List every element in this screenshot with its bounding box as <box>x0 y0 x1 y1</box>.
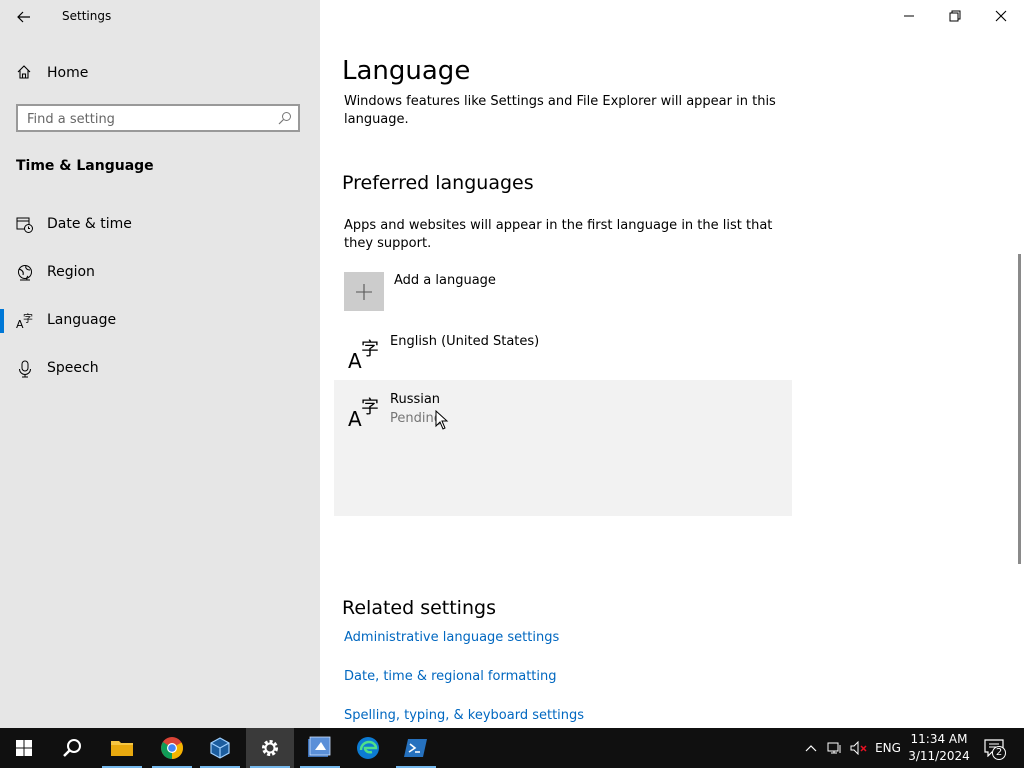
folder-icon <box>111 741 133 756</box>
plus-icon <box>356 283 372 300</box>
powershell-icon <box>404 739 427 757</box>
taskbar-search-button[interactable] <box>48 728 96 768</box>
nav-home[interactable]: Home <box>0 58 320 88</box>
back-button[interactable] <box>11 6 37 28</box>
chrome-icon <box>161 737 183 759</box>
speaker-muted-icon <box>850 741 867 755</box>
taskbar-chrome[interactable] <box>148 728 196 768</box>
sidebar-item-language[interactable]: A字 Language <box>0 303 320 339</box>
search-input[interactable] <box>27 110 272 128</box>
language-icon: A字 <box>348 339 379 370</box>
app-icon <box>308 736 331 757</box>
language-icon: A字 <box>16 312 33 330</box>
app-title: Settings <box>62 9 112 23</box>
taskbar-app[interactable] <box>296 728 344 768</box>
sidebar-item-region[interactable]: Region <box>0 255 320 291</box>
calendar-clock-icon <box>16 217 33 233</box>
taskbar-powershell[interactable] <box>392 728 440 768</box>
show-hidden-icons-button[interactable] <box>801 728 821 768</box>
language-item-english[interactable]: A字 English (United States) <box>334 322 792 378</box>
display-language-description: Windows features like Settings and File … <box>344 94 776 127</box>
globe-icon <box>18 265 32 281</box>
clock-date: 3/11/2024 <box>908 749 970 763</box>
chevron-up-icon <box>805 745 817 752</box>
language-item-russian[interactable]: A字 Russian Pending <box>334 380 792 516</box>
edge-icon <box>357 737 379 759</box>
input-language-indicator[interactable]: ENG <box>872 728 904 768</box>
windows-logo-icon <box>16 740 32 756</box>
sidebar-item-speech[interactable]: Speech <box>0 351 320 387</box>
cube-icon <box>210 737 230 759</box>
preferred-languages-description: Apps and websites will appear in the fir… <box>344 218 773 251</box>
mouse-pointer-icon <box>435 410 449 430</box>
sidebar: Settings Home Time & Language Date & tim… <box>0 0 320 728</box>
section-title: Time & Language <box>16 158 154 174</box>
taskbar-settings[interactable] <box>246 728 294 768</box>
language-icon: A字 <box>348 397 379 428</box>
taskbar-clock[interactable]: 11:34 AM 3/11/2024 <box>904 731 974 765</box>
scrollbar[interactable] <box>1018 254 1021 564</box>
search-box[interactable] <box>16 104 300 132</box>
network-icon <box>827 742 841 754</box>
main-content: Language Windows features like Settings … <box>320 0 1024 728</box>
link-spelling-typing-keyboard-settings[interactable]: Spelling, typing, & keyboard settings <box>344 708 584 723</box>
svg-text:字: 字 <box>23 312 33 325</box>
home-icon <box>17 65 31 79</box>
sidebar-item-date-time[interactable]: Date & time <box>0 207 320 243</box>
notification-count-badge: 2 <box>992 746 1006 760</box>
link-administrative-language-settings[interactable]: Administrative language settings <box>344 630 559 645</box>
add-language-label: Add a language <box>394 273 496 288</box>
page-title: Language <box>342 56 471 86</box>
language-name: English (United States) <box>390 334 540 349</box>
svg-text:A: A <box>348 349 362 370</box>
related-settings-heading: Related settings <box>342 597 496 619</box>
back-arrow-icon <box>17 11 30 23</box>
nav-home-label: Home <box>47 65 89 81</box>
microphone-icon <box>19 360 31 378</box>
sidebar-item-label: Date & time <box>47 216 132 232</box>
taskbar-edge[interactable] <box>344 728 392 768</box>
gear-icon <box>262 740 278 756</box>
active-indicator <box>0 309 4 333</box>
add-language-button[interactable]: Add a language <box>344 272 774 312</box>
link-date-time-regional-formatting[interactable]: Date, time & regional formatting <box>344 669 557 684</box>
taskbar-file-explorer[interactable] <box>98 728 146 768</box>
language-name: Russian <box>390 392 441 407</box>
action-center-button[interactable]: 2 <box>978 728 1010 768</box>
taskbar-virtualbox[interactable] <box>196 728 244 768</box>
clock-time: 11:34 AM <box>910 732 968 746</box>
network-tray-icon[interactable] <box>824 728 846 768</box>
add-language-plus-box <box>344 272 384 311</box>
sidebar-item-label: Region <box>47 264 95 280</box>
svg-text:A: A <box>348 407 362 428</box>
taskbar: ENG 11:34 AM 3/11/2024 2 <box>0 728 1024 768</box>
sidebar-item-label: Language <box>47 312 117 328</box>
sidebar-item-label: Speech <box>47 360 99 376</box>
volume-tray-icon[interactable] <box>848 728 870 768</box>
svg-text:字: 字 <box>361 397 379 418</box>
search-icon[interactable] <box>278 111 292 125</box>
svg-text:字: 字 <box>361 339 379 360</box>
preferred-languages-heading: Preferred languages <box>342 172 534 194</box>
search-icon <box>63 739 81 757</box>
start-button[interactable] <box>0 728 48 768</box>
